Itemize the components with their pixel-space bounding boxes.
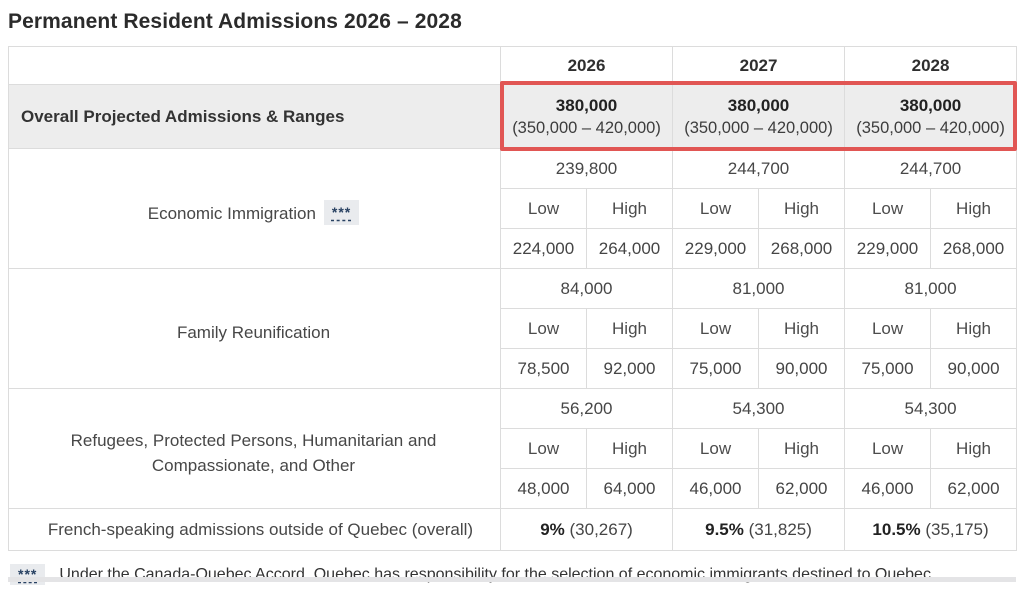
family-high-2028: 90,000	[931, 349, 1017, 389]
refugees-low-2026: 48,000	[501, 469, 587, 509]
french-percent: 10.5%	[872, 520, 920, 539]
refugees-low-2027: 46,000	[673, 469, 759, 509]
low-header: Low	[673, 429, 759, 469]
economic-high-2028: 268,000	[931, 229, 1017, 269]
french-cell-2026: 9% (30,267)	[501, 509, 673, 551]
admissions-table-wrap: 2026 2027 2028 Overall Projected Admissi…	[8, 46, 1016, 551]
economic-label-cell: Economic Immigration ***	[9, 149, 501, 269]
economic-target-row: Economic Immigration*** 239,800 244,700 …	[9, 149, 1017, 189]
family-target-row: Family Reunification 84,000 81,000 81,00…	[9, 269, 1017, 309]
refugees-high-2027: 62,000	[759, 469, 845, 509]
french-label: French-speaking admissions outside of Qu…	[9, 509, 501, 551]
family-label: Family Reunification	[177, 323, 330, 342]
overall-range: (350,000 – 420,000)	[845, 118, 1016, 139]
overall-value: 380,000	[845, 95, 1016, 118]
french-row: French-speaking admissions outside of Qu…	[9, 509, 1017, 551]
overall-range: (350,000 – 420,000)	[673, 118, 844, 139]
french-cell-2028: 10.5% (35,175)	[845, 509, 1017, 551]
family-high-2027: 90,000	[759, 349, 845, 389]
high-header: High	[931, 189, 1017, 229]
refugees-target-2027: 54,300	[673, 389, 845, 429]
economic-target-2027: 244,700	[673, 149, 845, 189]
overall-row: Overall Projected Admissions & Ranges 38…	[9, 85, 1017, 149]
refugees-target-row: Refugees, Protected Persons, Humanitaria…	[9, 389, 1017, 429]
overall-range: (350,000 – 420,000)	[501, 118, 672, 139]
family-target-2026: 84,000	[501, 269, 673, 309]
economic-target-2028: 244,700	[845, 149, 1017, 189]
low-header: Low	[845, 189, 931, 229]
low-header: Low	[501, 189, 587, 229]
economic-high-2027: 268,000	[759, 229, 845, 269]
year-header-2028: 2028	[845, 47, 1017, 85]
refugees-label-cell: Refugees, Protected Persons, Humanitaria…	[9, 389, 501, 509]
overall-cell-2027: 380,000 (350,000 – 420,000)	[673, 85, 845, 149]
overall-cell-2026: 380,000 (350,000 – 420,000)	[501, 85, 673, 149]
economic-target-2026: 239,800	[501, 149, 673, 189]
family-target-2028: 81,000	[845, 269, 1017, 309]
french-cell-2027: 9.5% (31,825)	[673, 509, 845, 551]
family-low-2028: 75,000	[845, 349, 931, 389]
overall-row-label: Overall Projected Admissions & Ranges	[9, 85, 501, 149]
year-header-row: 2026 2027 2028	[9, 47, 1017, 85]
low-header: Low	[501, 309, 587, 349]
french-percent: 9.5%	[705, 520, 744, 539]
family-low-2027: 75,000	[673, 349, 759, 389]
french-percent: 9%	[540, 520, 565, 539]
page-title: Permanent Resident Admissions 2026 – 202…	[8, 10, 1016, 34]
high-header: High	[759, 309, 845, 349]
admissions-table: 2026 2027 2028 Overall Projected Admissi…	[8, 46, 1017, 551]
family-high-2026: 92,000	[587, 349, 673, 389]
header-empty-cell	[9, 47, 501, 85]
overall-value: 380,000	[501, 95, 672, 118]
french-count: (35,175)	[925, 520, 988, 539]
refugees-label: Refugees, Protected Persons, Humanitaria…	[71, 431, 437, 475]
overall-value: 380,000	[673, 95, 844, 118]
french-count: (30,267)	[570, 520, 633, 539]
low-header: Low	[845, 429, 931, 469]
low-header: Low	[501, 429, 587, 469]
high-header: High	[931, 429, 1017, 469]
year-header-2026: 2026	[501, 47, 673, 85]
year-header-2027: 2027	[673, 47, 845, 85]
economic-high-2026: 264,000	[587, 229, 673, 269]
economic-label: Economic Immigration	[148, 204, 316, 223]
high-header: High	[931, 309, 1017, 349]
economic-low-2027: 229,000	[673, 229, 759, 269]
high-header: High	[587, 309, 673, 349]
low-header: Low	[673, 309, 759, 349]
family-low-2026: 78,500	[501, 349, 587, 389]
high-header: High	[759, 189, 845, 229]
footnote-marker-link[interactable]: ***	[324, 200, 359, 225]
economic-low-2028: 229,000	[845, 229, 931, 269]
refugees-target-2026: 56,200	[501, 389, 673, 429]
french-count: (31,825)	[749, 520, 812, 539]
page: Permanent Resident Admissions 2026 – 202…	[0, 0, 1024, 585]
refugees-low-2028: 46,000	[845, 469, 931, 509]
overall-cell-2028: 380,000 (350,000 – 420,000)	[845, 85, 1017, 149]
high-header: High	[587, 189, 673, 229]
high-header: High	[759, 429, 845, 469]
low-header: Low	[845, 309, 931, 349]
high-header: High	[587, 429, 673, 469]
family-label-cell: Family Reunification	[9, 269, 501, 389]
low-header: Low	[673, 189, 759, 229]
refugees-target-2028: 54,300	[845, 389, 1017, 429]
economic-low-2026: 224,000	[501, 229, 587, 269]
bottom-divider	[8, 577, 1016, 582]
family-target-2027: 81,000	[673, 269, 845, 309]
refugees-high-2028: 62,000	[931, 469, 1017, 509]
refugees-high-2026: 64,000	[587, 469, 673, 509]
